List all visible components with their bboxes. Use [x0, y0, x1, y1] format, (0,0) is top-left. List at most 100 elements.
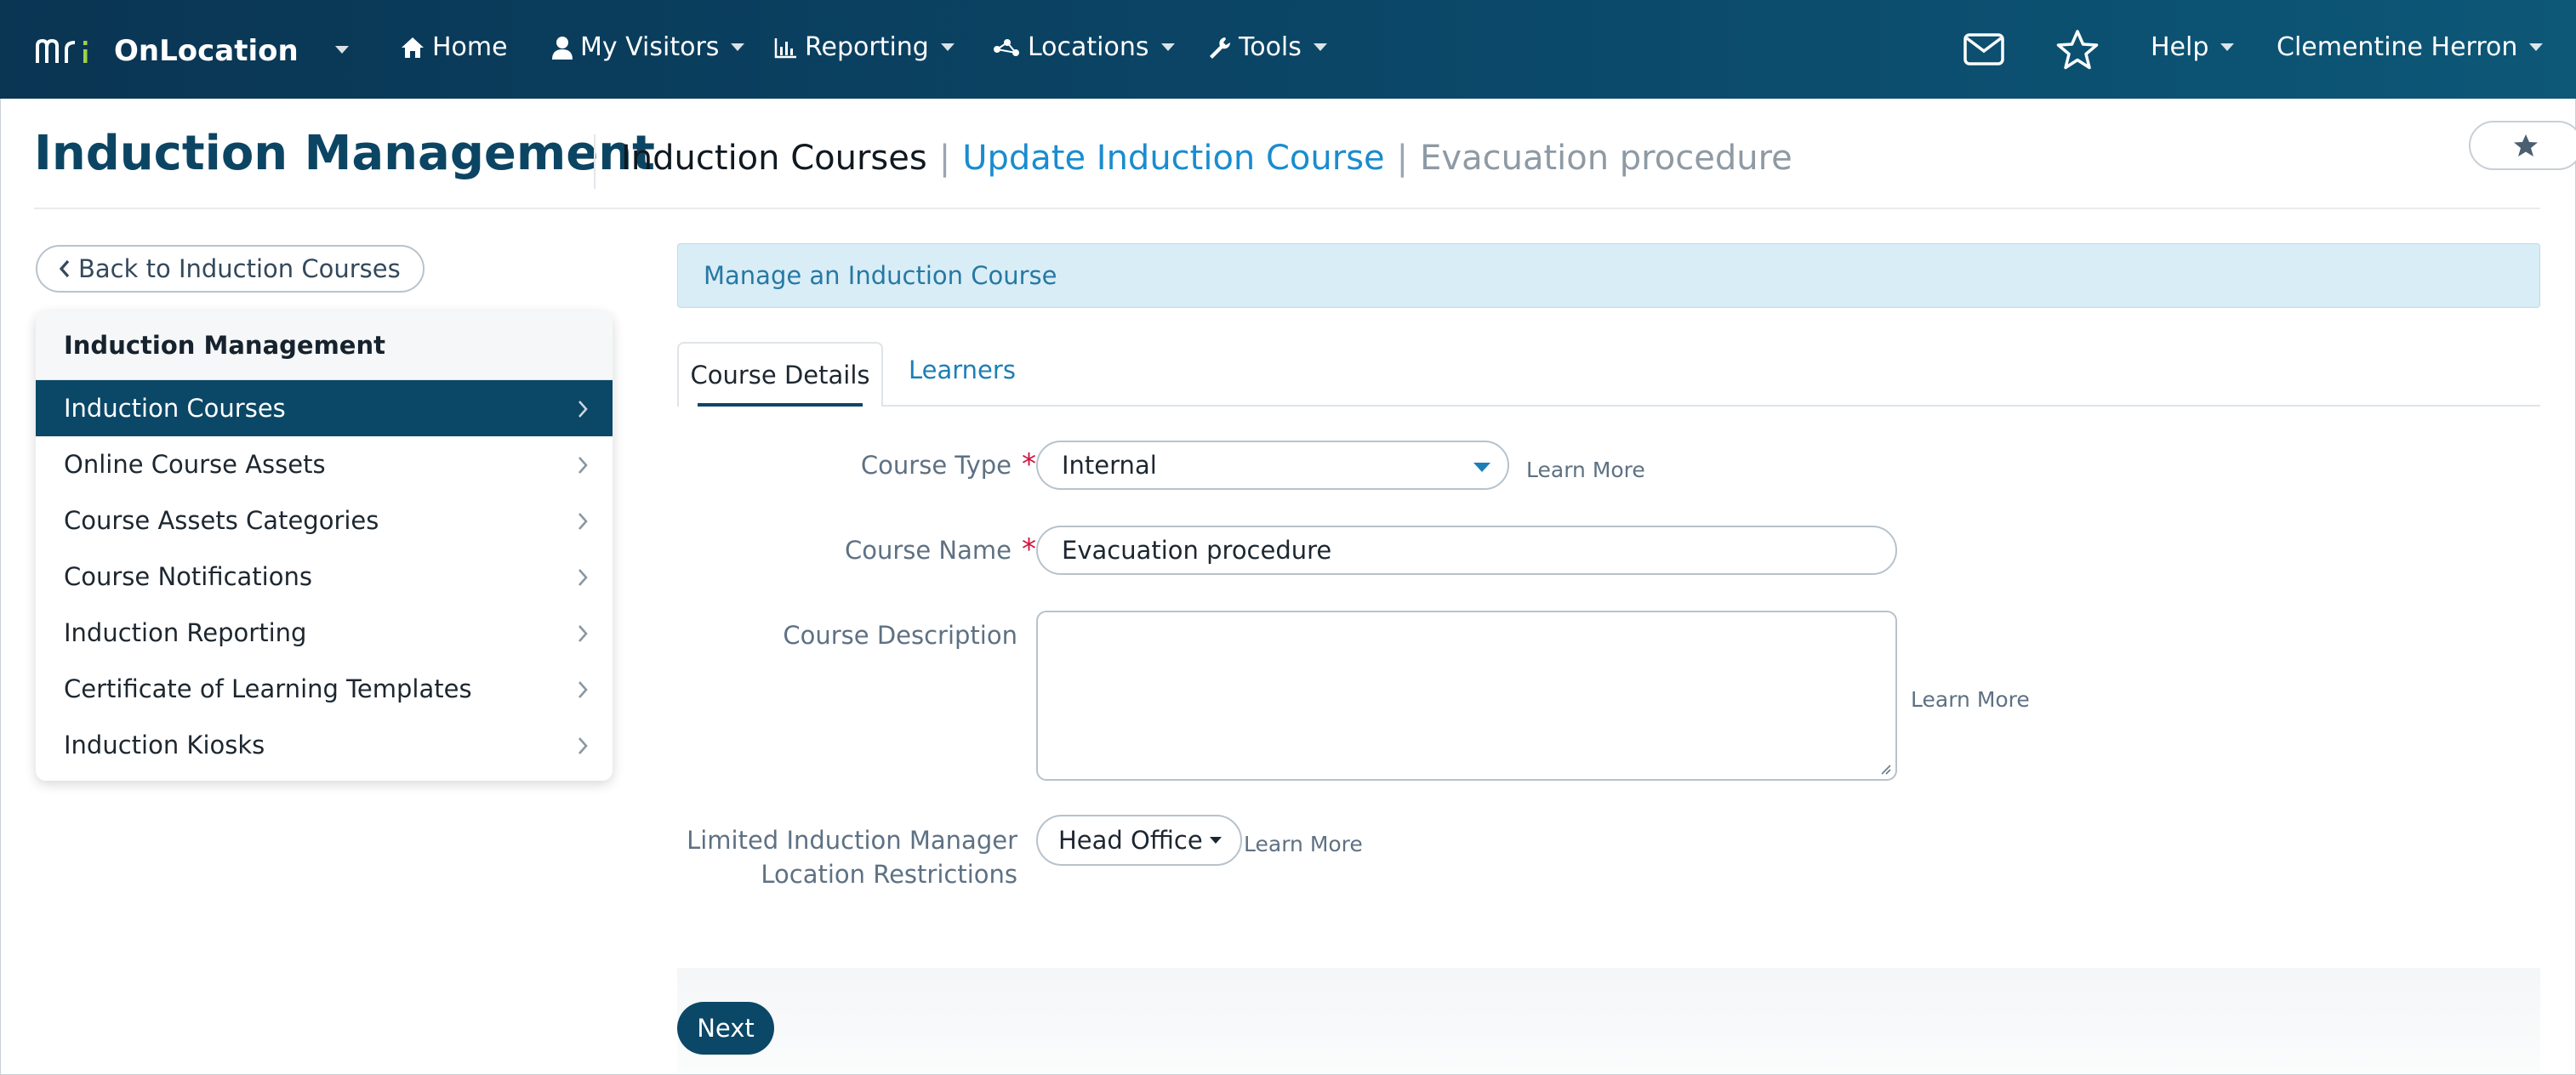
tab-learners[interactable]: Learners	[909, 355, 1016, 384]
help-label: Help	[2151, 32, 2209, 62]
chevron-down-icon	[2220, 43, 2235, 51]
tab-label: Course Details	[690, 361, 870, 390]
info-banner-text: Manage an Induction Course	[704, 261, 1057, 290]
chevron-right-icon	[578, 513, 588, 530]
chevron-down-icon	[1473, 463, 1490, 472]
star-icon	[2056, 30, 2099, 70]
brand[interactable]: OnLocation	[36, 34, 299, 68]
breadcrumb-separator: |	[1396, 139, 1409, 178]
user-name: Clementine Herron	[2277, 32, 2518, 62]
chevron-right-icon	[578, 457, 588, 474]
nav-home-label: Home	[432, 32, 508, 62]
mail-icon	[1963, 33, 2004, 65]
breadcrumb-induction-courses[interactable]: Induction Courses	[621, 139, 927, 178]
course-type-label: Course Type *	[861, 447, 1036, 481]
next-button-label: Next	[697, 1014, 755, 1043]
course-type-select[interactable]: Internal	[1036, 441, 1509, 490]
breadcrumb-current: Evacuation procedure	[1420, 139, 1792, 178]
course-description-label: Course Description	[783, 621, 1017, 650]
chevron-right-icon	[578, 569, 588, 586]
course-type-value: Internal	[1062, 451, 1157, 480]
user-menu[interactable]: Clementine Herron	[2277, 32, 2544, 62]
course-name-label-text: Course Name	[844, 536, 1012, 565]
info-banner: Manage an Induction Course	[677, 243, 2540, 308]
breadcrumb: Induction Courses | Update Induction Cou…	[621, 139, 1792, 178]
sidebar-item-induction-kiosks[interactable]: Induction Kiosks	[36, 717, 613, 773]
tab-course-details[interactable]: Course Details	[677, 342, 883, 407]
favorite-page-button[interactable]	[2469, 121, 2576, 170]
nav-my-visitors[interactable]: My Visitors	[551, 32, 745, 62]
breadcrumb-update-course[interactable]: Update Induction Course	[962, 139, 1384, 178]
bar-chart-icon	[774, 37, 796, 58]
chevron-down-icon	[940, 43, 955, 51]
sidebar-item-label: Induction Courses	[64, 394, 286, 423]
sidebar-item-label: Online Course Assets	[64, 450, 326, 479]
nav-locations[interactable]: Locations	[990, 32, 1175, 62]
course-description-learn-more[interactable]: Learn More	[1911, 687, 2030, 712]
nav-my-visitors-label: My Visitors	[580, 32, 720, 62]
sidebar-item-certificate-templates[interactable]: Certificate of Learning Templates	[36, 661, 613, 717]
required-mark: *	[1022, 447, 1036, 481]
star-icon	[2514, 134, 2538, 156]
sidebar-item-label: Course Assets Categories	[64, 506, 379, 535]
nav-locations-label: Locations	[1028, 32, 1149, 62]
location-restrictions-value: Head Office	[1058, 826, 1203, 855]
caret-down-icon	[1209, 837, 1222, 844]
chevron-left-icon	[59, 259, 70, 278]
sidebar-item-induction-courses[interactable]: Induction Courses	[36, 380, 613, 436]
sidebar-item-course-notifications[interactable]: Course Notifications	[36, 549, 613, 605]
wrench-icon	[1210, 37, 1231, 59]
network-icon	[994, 38, 1019, 56]
help-menu[interactable]: Help	[2151, 32, 2235, 62]
mri-logo-mark	[36, 38, 88, 63]
nav-reporting[interactable]: Reporting	[774, 32, 955, 62]
resize-grip-icon[interactable]	[1878, 762, 1892, 776]
header-rule	[34, 208, 2540, 209]
mail-button[interactable]	[1963, 32, 2004, 70]
chevron-down-icon	[1160, 43, 1175, 51]
tabs-baseline	[677, 405, 2540, 407]
chevron-down-icon	[1313, 43, 1327, 51]
form-footer	[677, 968, 2540, 1073]
brand-name: OnLocation	[114, 34, 299, 68]
course-name-value: Evacuation procedure	[1062, 536, 1332, 565]
chevron-down-icon	[731, 43, 745, 51]
location-restrictions-label-line1: Limited Induction Manager	[687, 826, 1017, 855]
course-type-label-text: Course Type	[860, 451, 1012, 480]
home-icon	[402, 37, 424, 58]
next-button[interactable]: Next	[677, 1002, 774, 1055]
sidebar-menu: Induction Management Induction Courses O…	[36, 311, 613, 781]
sidebar-item-course-assets-categories[interactable]: Course Assets Categories	[36, 492, 613, 549]
back-to-courses-button[interactable]: Back to Induction Courses	[36, 245, 425, 293]
header-divider	[594, 134, 596, 189]
sidebar-item-online-course-assets[interactable]: Online Course Assets	[36, 436, 613, 492]
page-title: Induction Management	[34, 126, 655, 181]
chevron-right-icon	[578, 737, 588, 754]
chevron-right-icon	[578, 625, 588, 642]
location-restrictions-label-line2: Location Restrictions	[761, 860, 1017, 889]
sidebar-item-label: Induction Reporting	[64, 618, 307, 647]
location-restrictions-learn-more[interactable]: Learn More	[1244, 832, 1363, 856]
chevron-down-icon	[2529, 43, 2544, 51]
brand-dropdown-caret[interactable]	[335, 46, 349, 54]
breadcrumb-separator: |	[938, 139, 951, 178]
user-icon	[552, 36, 573, 60]
nav-home[interactable]: Home	[400, 32, 508, 62]
course-name-input[interactable]: Evacuation procedure	[1036, 526, 1897, 575]
top-navbar: OnLocation Home My Visitors Reporting Lo…	[0, 0, 2576, 99]
sidebar-item-label: Induction Kiosks	[64, 731, 265, 759]
sidebar-item-induction-reporting[interactable]: Induction Reporting	[36, 605, 613, 661]
chevron-right-icon	[578, 401, 588, 418]
location-restrictions-label: Limited Induction Manager Location Restr…	[687, 823, 1017, 891]
nav-tools[interactable]: Tools	[1208, 32, 1327, 62]
course-type-learn-more[interactable]: Learn More	[1526, 458, 1645, 482]
nav-tools-label: Tools	[1239, 32, 1302, 62]
chevron-right-icon	[578, 681, 588, 698]
sidebar-item-label: Course Notifications	[64, 562, 312, 591]
location-restrictions-dropdown[interactable]: Head Office	[1036, 815, 1242, 866]
favorites-button[interactable]	[2055, 29, 2100, 75]
mri-logo	[36, 37, 97, 65]
course-name-label: Course Name *	[845, 532, 1036, 566]
course-description-textarea[interactable]	[1036, 611, 1897, 781]
required-mark: *	[1022, 532, 1036, 566]
